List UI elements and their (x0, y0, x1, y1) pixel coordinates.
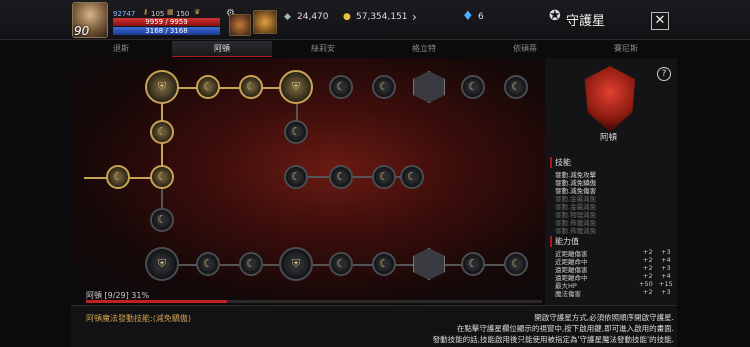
star-node[interactable]: ☾ (400, 165, 424, 189)
skill-item: 發動.佈魔減免 (555, 227, 597, 235)
star-node[interactable]: ☾ (329, 165, 353, 189)
star-node[interactable]: ☾ (504, 252, 528, 276)
moon-icon: ☾ (291, 125, 301, 138)
close-button[interactable]: ✕ (651, 12, 669, 30)
help-line: 開啟守護星方式,必須依照順序開啟守護星. (534, 313, 674, 322)
help-line: 在點擊守護星欄位顯示的視窗中,按下啟用鍵,即可進入啟用的畫面. (456, 324, 674, 333)
star-node[interactable]: ☾ (239, 252, 263, 276)
moon-icon: ☾ (379, 257, 389, 270)
star-node[interactable]: ☾ (329, 252, 353, 276)
crystal-value: 24,470 (297, 12, 329, 22)
shield-icon: ⛨ (291, 257, 301, 270)
moon-icon: ☾ (246, 257, 256, 270)
chevron-right-icon[interactable]: › (412, 10, 417, 24)
tab-1[interactable]: 阿頓 (172, 41, 272, 57)
moon-icon: ☾ (157, 213, 167, 226)
moon-icon: ☾ (203, 80, 213, 93)
star-node[interactable]: ⛨ (279, 247, 313, 281)
moon-icon: ☾ (291, 170, 301, 183)
moon-icon: ☾ (157, 125, 167, 138)
star-node[interactable]: ⛨ (145, 247, 179, 281)
gold-value: 57,354,151 (356, 12, 408, 22)
tab-4[interactable]: 依碩蒂 (475, 41, 575, 57)
star-node[interactable]: ☾ (372, 75, 396, 99)
help-line: 發動技能的話,技能啟用後只能使用被指定為'守護星魔法發動技能'的技能. (432, 335, 674, 344)
star-node[interactable]: ☾ (150, 165, 174, 189)
shield-icon: ⛨ (157, 257, 167, 270)
moon-icon: ☾ (407, 170, 417, 183)
scrolls-value: 150 (176, 10, 190, 18)
star-node[interactable]: ☾ (196, 75, 220, 99)
active-skill-text: 阿頓魔法發動技能:(減免驕傲) (86, 314, 191, 323)
guardian-star-icon: ✪ (549, 8, 561, 24)
help-icon[interactable]: ? (657, 67, 671, 81)
star-node[interactable]: ☾ (329, 75, 353, 99)
link-line (162, 87, 296, 89)
star-node[interactable]: ☾ (239, 75, 263, 99)
progress-fill (86, 300, 228, 303)
hp-bar: 9959 / 9959 (113, 18, 220, 26)
star-node[interactable]: ☾ (504, 75, 528, 99)
moon-icon: ☾ (511, 80, 521, 93)
shield-icon: ⛨ (157, 80, 167, 93)
moon-icon: ☾ (379, 170, 389, 183)
moon-icon: ☾ (468, 257, 478, 270)
crystal-icon: ◆ (284, 12, 291, 22)
star-node[interactable]: ☾ (150, 120, 174, 144)
tab-bar: 退斯 阿頓 絲莉安 格立特 依碩蒂 賽尼斯 (71, 41, 677, 57)
moon-icon: ☾ (511, 257, 521, 270)
page-title: 守護星 (566, 14, 606, 29)
moon-icon: ☾ (336, 257, 346, 270)
star-node[interactable]: ☾ (284, 165, 308, 189)
gem-value: 6 (478, 12, 484, 22)
star-node[interactable]: ☾ (150, 208, 174, 232)
star-node[interactable]: ☾ (372, 252, 396, 276)
keys-value: 105 (151, 10, 165, 18)
skills-title: 技能 (550, 157, 571, 168)
scroll-icon: ▦ (167, 8, 174, 16)
stats-title: 能力值 (550, 236, 579, 247)
gold-coin-icon: ● (343, 12, 351, 22)
moon-icon: ☾ (336, 80, 346, 93)
star-node[interactable]: ⛨ (279, 70, 313, 104)
trophy-icon: ♛ (194, 8, 201, 16)
star-node[interactable]: ☾ (284, 120, 308, 144)
star-node[interactable]: ☾ (372, 165, 396, 189)
star-node[interactable]: ⛨ (145, 70, 179, 104)
top-bar: 90 92747 ⚷ 105 ▦ 150 ♛ 9959 / 9959 3168 … (0, 0, 750, 40)
star-node[interactable]: ☾ (106, 165, 130, 189)
blue-gem-icon: ♦ (462, 9, 474, 24)
guardian-name: 阿頓 (600, 133, 618, 143)
points-value: 92747 (113, 10, 136, 18)
moon-icon: ☾ (468, 80, 478, 93)
tab-3[interactable]: 格立特 (374, 41, 474, 57)
star-node[interactable]: ☾ (461, 75, 485, 99)
mp-bar: 3168 / 3168 (113, 27, 220, 35)
moon-icon: ☾ (336, 170, 346, 183)
character-level: 90 (74, 24, 90, 38)
moon-icon: ☾ (246, 80, 256, 93)
tab-0[interactable]: 退斯 (71, 41, 171, 57)
progress-bar (86, 300, 542, 303)
moon-icon: ☾ (203, 257, 213, 270)
potion-icon[interactable] (229, 14, 251, 36)
shield-icon: ⛨ (291, 80, 301, 93)
moon-icon: ☾ (157, 170, 167, 183)
moon-icon: ☾ (113, 170, 123, 183)
moon-icon: ☾ (379, 80, 389, 93)
buff-icon[interactable] (253, 10, 277, 34)
star-node[interactable]: ☾ (461, 252, 485, 276)
tab-5[interactable]: 賽尼斯 (576, 41, 676, 57)
key-icon: ⚷ (143, 8, 149, 16)
tab-2[interactable]: 絲莉安 (273, 41, 373, 57)
star-node[interactable]: ☾ (196, 252, 220, 276)
